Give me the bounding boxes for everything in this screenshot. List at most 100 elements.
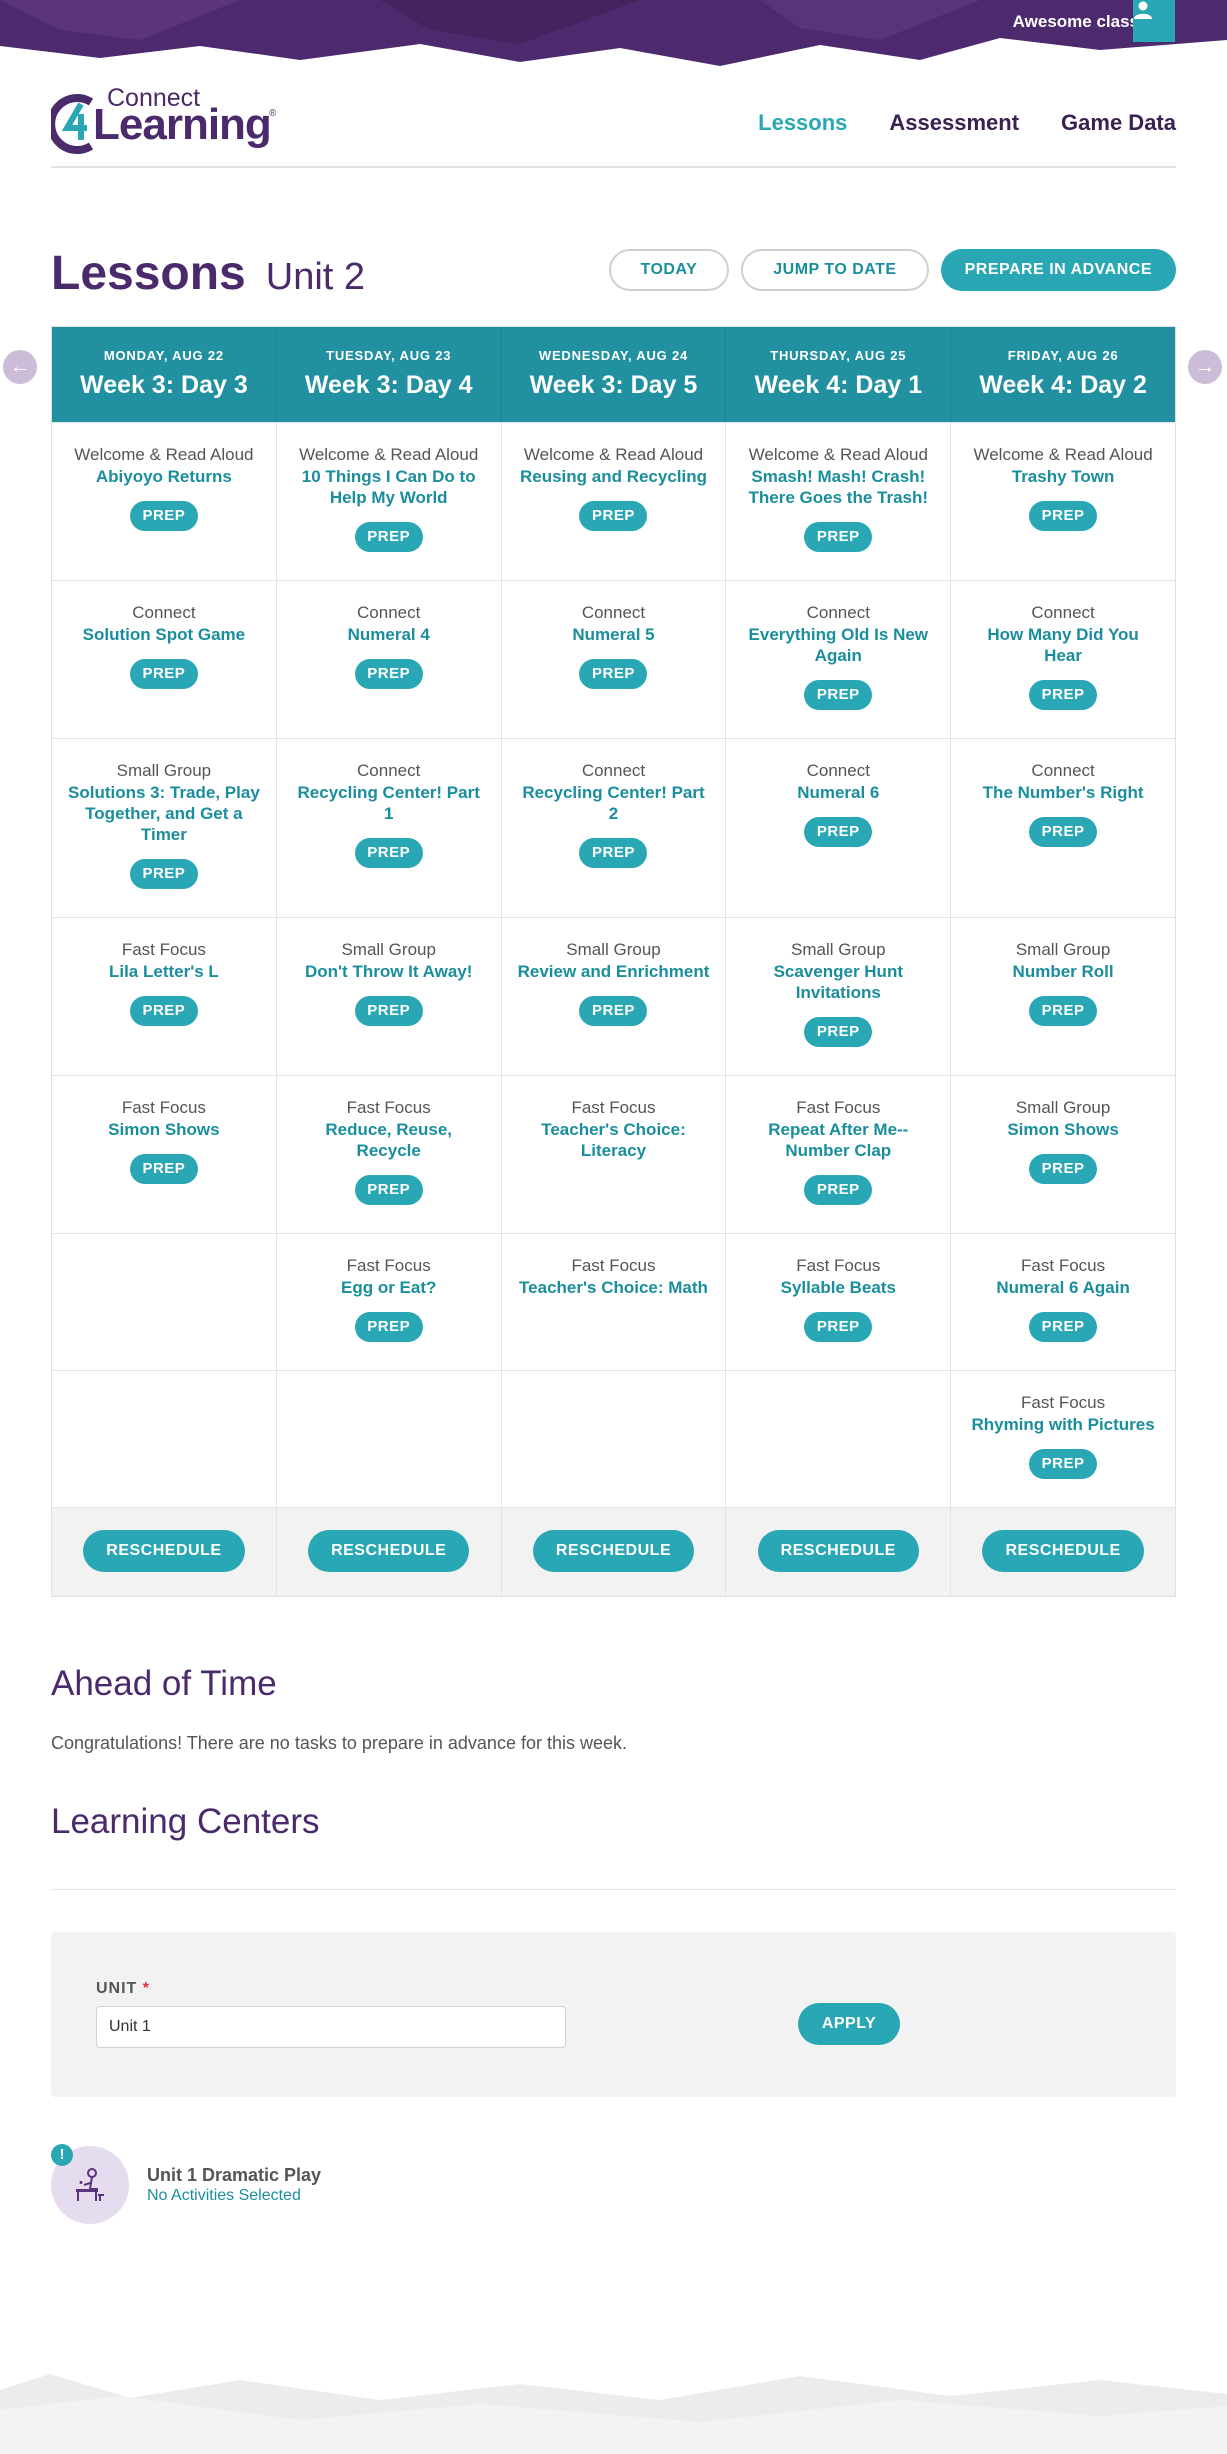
arrow-right-icon: → [1195, 355, 1215, 378]
previous-week-button[interactable]: ← [3, 350, 37, 384]
lesson-title[interactable]: Repeat After Me--Number Clap [742, 1119, 934, 1161]
lesson-cell: Connect The Number's Right PREP [951, 739, 1175, 917]
prep-button[interactable]: PREP [129, 996, 198, 1026]
reschedule-button[interactable]: RESCHEDULE [757, 1530, 919, 1572]
prep-button[interactable]: PREP [129, 1154, 198, 1184]
center-status[interactable]: No Activities Selected [147, 2187, 301, 2205]
prepare-in-advance-button[interactable]: PREPARE IN ADVANCE [940, 249, 1176, 291]
prep-button[interactable]: PREP [579, 838, 648, 868]
lesson-title[interactable]: Trashy Town [967, 466, 1159, 487]
footer-decoration-shapes [0, 2374, 1227, 2454]
lesson-title[interactable]: Syllable Beats [742, 1277, 934, 1298]
lesson-title[interactable]: Numeral 6 Again [967, 1277, 1159, 1298]
lesson-title[interactable]: Numeral 5 [518, 624, 710, 645]
prep-button[interactable]: PREP [129, 859, 198, 889]
prep-button[interactable]: PREP [1029, 1154, 1098, 1184]
lesson-title[interactable]: Simon Shows [967, 1119, 1159, 1140]
lesson-title[interactable]: Egg or Eat? [293, 1277, 485, 1298]
lesson-title[interactable]: Rhyming with Pictures [967, 1414, 1159, 1435]
lesson-type: Connect [581, 761, 646, 780]
lesson-title[interactable]: Solution Spot Game [68, 624, 260, 645]
apply-button[interactable]: APPLY [798, 2003, 900, 2045]
prep-button[interactable]: PREP [1029, 1449, 1098, 1479]
calendar-row: Small Group Solutions 3: Trade, Play Toge… [52, 738, 1175, 917]
nav-lessons[interactable]: Lessons [758, 110, 847, 136]
lesson-title[interactable]: Recycling Center! Part 2 [518, 782, 710, 824]
prep-button[interactable]: PREP [354, 659, 423, 689]
prep-button[interactable]: PREP [804, 817, 873, 847]
reschedule-button[interactable]: RESCHEDULE [532, 1530, 695, 1572]
prep-button[interactable]: PREP [1029, 817, 1098, 847]
prep-button[interactable]: PREP [1029, 996, 1098, 1026]
lesson-title[interactable]: Lila Letter's L [68, 961, 260, 982]
nav-assessment[interactable]: Assessment [889, 110, 1019, 136]
lesson-title[interactable]: Scavenger Hunt Invitations [742, 961, 934, 1003]
prep-button[interactable]: PREP [354, 838, 423, 868]
lesson-title[interactable]: Teacher's Choice: Literacy [518, 1119, 710, 1161]
prep-button[interactable]: PREP [579, 501, 648, 531]
prep-button[interactable]: PREP [804, 522, 873, 552]
prep-button[interactable]: PREP [804, 1175, 873, 1205]
calendar-row: Fast Focus Rhyming with Pictures PREP [52, 1370, 1175, 1507]
reschedule-button[interactable]: RESCHEDULE [83, 1530, 245, 1572]
prep-button[interactable]: PREP [354, 1312, 423, 1342]
class-name[interactable]: Awesome class [1013, 12, 1139, 32]
lesson-type: Fast Focus [346, 1098, 431, 1117]
prep-button[interactable]: PREP [804, 680, 873, 710]
site-header: Connect Learning ® Lessons Assessment Ga… [51, 84, 1176, 168]
prep-button[interactable]: PREP [354, 1175, 423, 1205]
prep-button[interactable]: PREP [804, 1312, 873, 1342]
lesson-cell: Connect Numeral 4 PREP [277, 581, 502, 738]
lesson-title[interactable]: Don't Throw It Away! [293, 961, 485, 982]
lesson-title[interactable]: Teacher's Choice: Math [518, 1277, 710, 1298]
day-date: FRIDAY, AUG 26 [1007, 348, 1119, 363]
nav-game-data[interactable]: Game Data [1061, 110, 1176, 136]
next-week-button[interactable]: → [1188, 350, 1222, 384]
lesson-title[interactable]: The Number's Right [967, 782, 1159, 803]
user-account-button[interactable] [1133, 0, 1175, 42]
prep-button[interactable]: PREP [129, 659, 198, 689]
lesson-title[interactable]: Smash! Mash! Crash! There Goes the Trash… [742, 466, 934, 508]
reschedule-cell: RESCHEDULE [502, 1508, 727, 1596]
prep-button[interactable]: PREP [1029, 680, 1098, 710]
prep-button[interactable]: PREP [1029, 1312, 1098, 1342]
prep-button[interactable]: PREP [1029, 501, 1098, 531]
lesson-title[interactable]: Solutions 3: Trade, Play Together, and G… [68, 782, 260, 845]
connect4learning-logo[interactable]: Connect Learning ® [51, 84, 281, 156]
jump-to-date-button[interactable]: JUMP TO DATE [741, 249, 929, 291]
lesson-title[interactable]: Reusing and Recycling [518, 466, 710, 487]
today-button[interactable]: TODAY [608, 249, 730, 291]
learning-center-item[interactable]: ! Unit 1 Dramatic Play No Activities Sel… [51, 2140, 651, 2224]
center-name[interactable]: Unit 1 Dramatic Play [147, 2165, 321, 2186]
section-divider [51, 1889, 1176, 1890]
unit-input[interactable] [96, 2006, 566, 2048]
prep-button[interactable]: PREP [579, 659, 648, 689]
lesson-title[interactable]: Numeral 4 [293, 624, 485, 645]
user-icon [1134, 1, 1152, 19]
lesson-type: Fast Focus [346, 1256, 431, 1275]
lesson-title[interactable]: Recycling Center! Part 1 [293, 782, 485, 824]
reschedule-button[interactable]: RESCHEDULE [982, 1530, 1144, 1572]
prep-button[interactable]: PREP [354, 522, 423, 552]
lesson-title[interactable]: Review and Enrichment [518, 961, 710, 982]
lesson-type: Small Group [116, 761, 212, 780]
prep-button[interactable]: PREP [804, 1017, 873, 1047]
lesson-title[interactable]: How Many Did You Hear [967, 624, 1159, 666]
lesson-title[interactable]: 10 Things I Can Do to Help My World [293, 466, 485, 508]
lesson-cell: Welcome & Read Aloud Smash! Mash! Crash! … [726, 423, 952, 580]
lesson-title[interactable]: Abiyoyo Returns [68, 466, 260, 487]
lesson-title[interactable]: Number Roll [967, 961, 1159, 982]
lesson-title[interactable]: Numeral 6 [742, 782, 934, 803]
lesson-type: Welcome & Read Aloud [523, 445, 704, 464]
lesson-type: Fast Focus [121, 1098, 206, 1117]
lesson-cell: Fast Focus Egg or Eat? PREP [277, 1234, 502, 1370]
lesson-title[interactable]: Reduce, Reuse, Recycle [293, 1119, 485, 1161]
prep-button[interactable]: PREP [129, 501, 198, 531]
prep-button[interactable]: PREP [354, 996, 423, 1026]
lesson-title[interactable]: Simon Shows [68, 1119, 260, 1140]
page-title-text: Lessons [51, 247, 246, 300]
reschedule-button[interactable]: RESCHEDULE [308, 1530, 470, 1572]
prep-button[interactable]: PREP [579, 996, 648, 1026]
lesson-title[interactable]: Everything Old Is New Again [742, 624, 934, 666]
lesson-cell: Connect Numeral 6 PREP [726, 739, 952, 917]
